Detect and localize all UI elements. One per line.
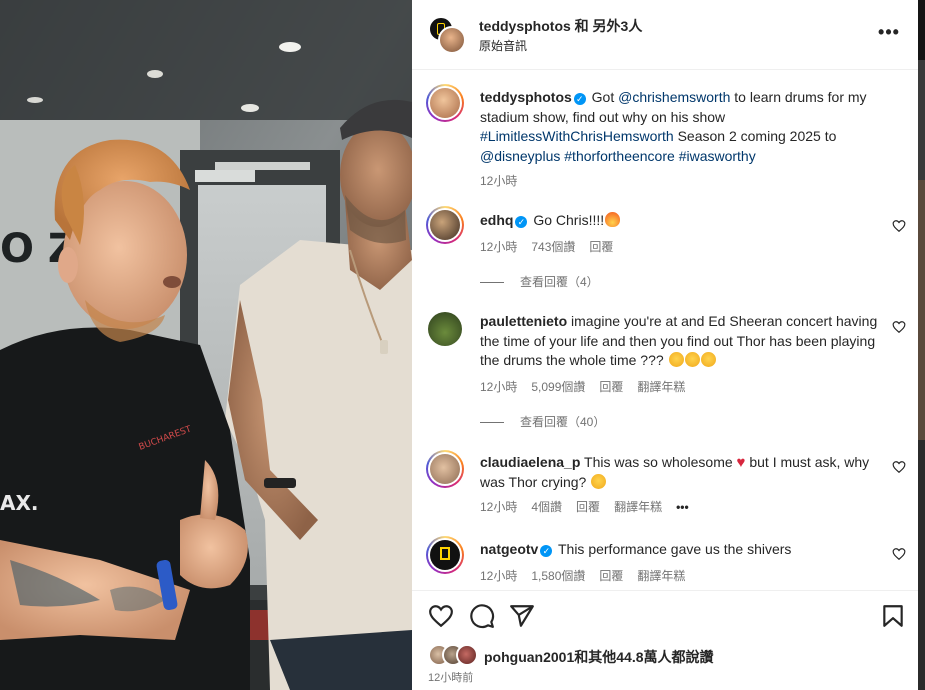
bookmark-icon[interactable]	[880, 603, 906, 629]
comment-like-heart-icon[interactable]	[892, 320, 906, 334]
caption-part: Got	[587, 89, 619, 105]
comment-icon[interactable]	[469, 603, 495, 629]
comment-avatar[interactable]	[426, 206, 464, 244]
comment-meta: 12小時 1,580個讚 回覆 翻譯年糕	[480, 567, 699, 584]
comment-likes[interactable]: 1,580個讚	[531, 569, 585, 583]
comment-like-heart-icon[interactable]	[892, 219, 906, 233]
reply-button[interactable]: 回覆	[576, 500, 600, 514]
verified-badge-icon: ✓	[515, 216, 528, 228]
caption-text: teddysphotos ✓ Got @chrishemsworth to lea…	[480, 88, 880, 166]
caption-avatar[interactable]	[426, 84, 464, 122]
comment-like-heart-icon[interactable]	[892, 460, 906, 474]
view-replies-button[interactable]: 查看回覆（4）	[480, 273, 599, 290]
comment-time[interactable]: 12小時	[480, 380, 517, 394]
comment-likes[interactable]: 4個讚	[531, 500, 562, 514]
comment-text: paulettenieto imagine you're at and Ed S…	[480, 313, 878, 368]
post-header: teddysphotos 和 另外3人 原始音訊 •••	[412, 0, 918, 70]
replies-line	[480, 422, 504, 424]
post-panel: teddysphotos 和 另外3人 原始音訊 ••• teddysphoto…	[412, 0, 918, 690]
comment-avatar[interactable]	[426, 536, 464, 574]
view-replies-button[interactable]: 查看回覆（40）	[480, 413, 605, 430]
comment-body: This performance gave us the shivers	[557, 541, 792, 557]
comment-avatar[interactable]	[426, 450, 464, 488]
comment-meta: 12小時 4個讚 回覆 翻譯年糕 •••	[480, 498, 703, 515]
caption-part: Season 2 coming 2025 to	[673, 128, 837, 144]
header-username[interactable]: teddysphotos 和 另外3人	[479, 16, 642, 36]
translate-button[interactable]: 翻譯年糕	[637, 569, 685, 583]
comment-text: edhq ✓ Go Chris!!!!	[480, 211, 880, 231]
view-replies-label: 查看回覆（40）	[520, 415, 606, 429]
comment-time[interactable]: 12小時	[480, 569, 517, 583]
mention-chrishemsworth[interactable]: @chrishemsworth	[618, 89, 730, 105]
verified-badge-icon: ✓	[573, 93, 586, 105]
fire-emoji-icon	[605, 212, 621, 227]
comment-likes[interactable]: 743個讚	[531, 240, 575, 254]
comment-text: natgeotv ✓ This performance gave us the s…	[480, 540, 880, 560]
mention-disneyplus[interactable]: @disneyplus	[480, 148, 560, 164]
comment-body: Go Chris!!!!	[533, 212, 605, 228]
hashtag-thorfortheencore[interactable]: #thorfortheencore	[564, 148, 675, 164]
comment-meta: 12小時 5,099個讚 回覆 翻譯年糕	[480, 378, 699, 395]
heart-icon[interactable]	[428, 603, 454, 629]
caption-time[interactable]: 12小時	[480, 174, 517, 188]
reply-button[interactable]: 回覆	[589, 240, 613, 254]
avatar-front	[438, 26, 466, 54]
crying-emoji-icon	[700, 352, 716, 367]
share-icon[interactable]	[509, 603, 535, 629]
header-avatar[interactable]	[428, 16, 466, 54]
comment-body: This was so wholesome	[584, 454, 733, 470]
reply-button[interactable]: 回覆	[599, 569, 623, 583]
caption-meta: 12小時	[480, 172, 531, 189]
comment-more-button[interactable]: •••	[676, 500, 689, 514]
post-image: O Z BUCHAREST AX.	[0, 0, 412, 690]
replies-line	[480, 282, 504, 284]
hashtag-iwasworthy[interactable]: #iwasworthy	[679, 148, 756, 164]
shirt-logo: AX.	[0, 491, 39, 515]
verified-badge-icon: ✓	[540, 545, 553, 557]
view-replies-label: 查看回覆（4）	[520, 275, 599, 289]
comment-avatar[interactable]	[428, 312, 462, 346]
translate-button[interactable]: 翻譯年糕	[637, 380, 685, 394]
comment-username[interactable]: natgeotv	[480, 541, 538, 557]
comment-time[interactable]: 12小時	[480, 240, 517, 254]
hashtag-limitless[interactable]: #LimitlessWithChrisHemsworth	[480, 128, 674, 144]
comment-likes[interactable]: 5,099個讚	[531, 380, 585, 394]
comment-username[interactable]: claudiaelena_p	[480, 454, 580, 470]
post-photo[interactable]: O Z BUCHAREST AX.	[0, 0, 412, 690]
comment-time[interactable]: 12小時	[480, 500, 517, 514]
reply-button[interactable]: 回覆	[599, 380, 623, 394]
action-bar	[412, 590, 918, 638]
more-options-button[interactable]: •••	[874, 20, 904, 44]
translate-button[interactable]: 翻譯年糕	[614, 500, 662, 514]
post-time[interactable]: 12小時前	[428, 669, 473, 685]
caption-username[interactable]: teddysphotos	[480, 89, 572, 105]
comment-meta: 12小時 743個讚 回覆	[480, 238, 627, 255]
liker-avatar	[456, 644, 478, 666]
sad-emoji-icon	[591, 473, 607, 489]
crying-emoji-icon	[684, 352, 700, 367]
header-audio[interactable]: 原始音訊	[479, 37, 527, 54]
comment-text: claudiaelena_p This was so wholesome ♥ b…	[480, 453, 880, 492]
red-heart-emoji-icon: ♥	[736, 454, 746, 471]
comment-username[interactable]: pauletteniet	[480, 313, 559, 329]
comment-like-heart-icon[interactable]	[892, 547, 906, 561]
crying-emoji-icon	[668, 352, 684, 367]
likes-text[interactable]: pohguan2001和其他44.8萬人都說讚	[484, 647, 714, 667]
comment-username[interactable]: edhq	[480, 212, 513, 228]
next-post-edge	[918, 0, 925, 690]
